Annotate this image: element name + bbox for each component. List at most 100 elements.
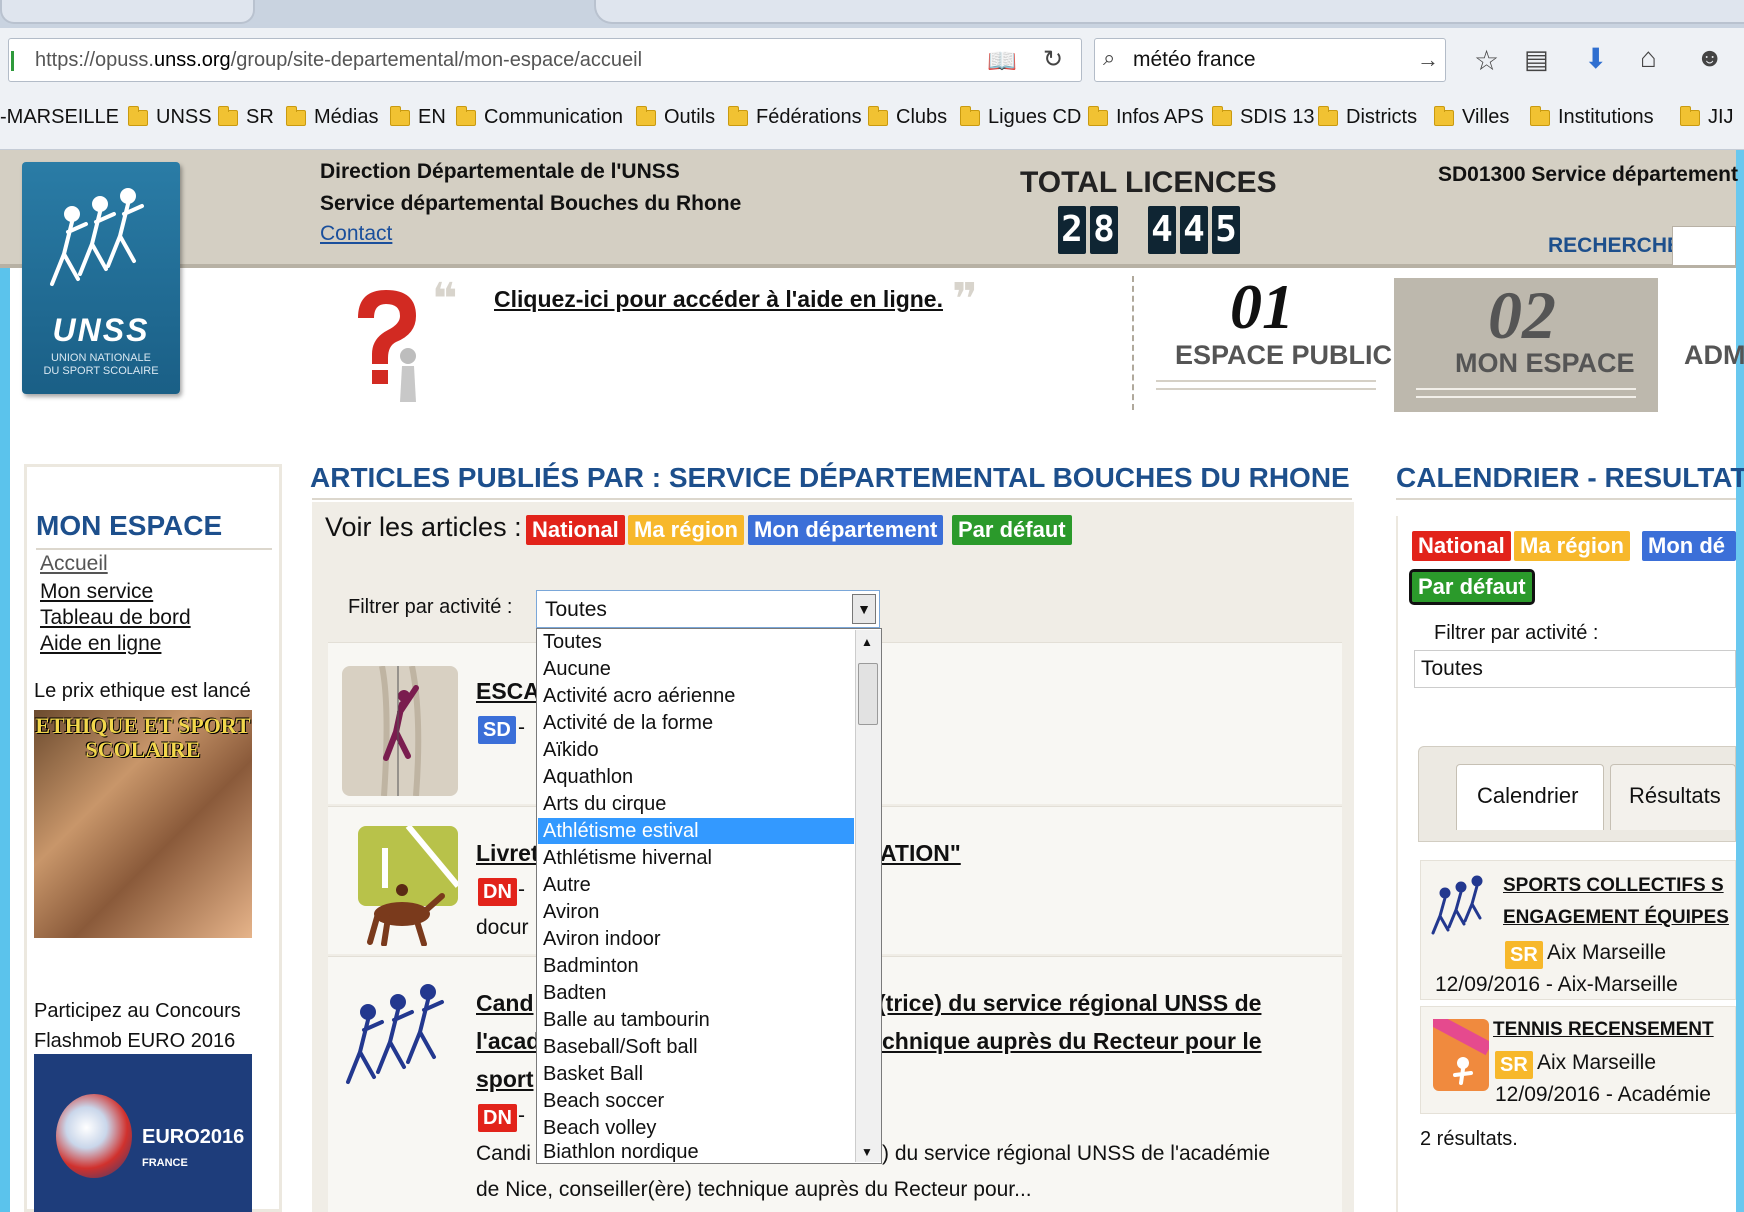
admin-tab[interactable]: ADM	[1684, 340, 1744, 371]
reload-icon[interactable]: ↻	[1043, 45, 1063, 74]
article-title[interactable]: ESCA	[476, 678, 540, 705]
dropdown-option[interactable]: Beach volley	[543, 1117, 656, 1140]
bookmarks-list-icon[interactable]: ▤	[1524, 44, 1549, 75]
dropdown-option[interactable]: Aquathlon	[543, 766, 633, 789]
sidebar-link-mon-service[interactable]: Mon service	[40, 580, 153, 604]
contact-link[interactable]: Contact	[320, 222, 392, 246]
activity-dropdown-list[interactable]: Toutes Aucune Activité acro aérienne Act…	[536, 628, 882, 1164]
search-input[interactable]: météo france	[1133, 48, 1256, 72]
help-question-icon[interactable]	[338, 284, 434, 408]
dropdown-option[interactable]: Aviron indoor	[543, 928, 660, 951]
sidebar-link-tableau-de-bord[interactable]: Tableau de bord	[40, 606, 191, 630]
dropdown-option[interactable]: Aïkido	[543, 739, 599, 762]
cal-filter-ma-region[interactable]: Ma région	[1514, 531, 1630, 561]
tab-resultats[interactable]: Résultats	[1610, 764, 1736, 830]
cal-filter-mon-departement[interactable]: Mon dé	[1642, 531, 1736, 561]
calendar-event[interactable]: SPORTS COLLECTIFS S ENGAGEMENT ÉQUIPES S…	[1420, 860, 1736, 1000]
download-icon[interactable]: ⬇	[1584, 42, 1607, 75]
article-title-cont[interactable]: (trice) du service régional UNSS de	[878, 990, 1261, 1017]
dropdown-option[interactable]: Aviron	[543, 901, 599, 924]
go-arrow-icon[interactable]: →	[1417, 47, 1439, 73]
bookmark-item[interactable]: Infos APS	[1088, 105, 1204, 129]
chat-icon[interactable]: ☻	[1696, 42, 1723, 73]
site-search-input[interactable]	[1672, 226, 1736, 266]
bookmark-item[interactable]: Villes	[1434, 105, 1509, 129]
search-bar[interactable]: ⌕ météo france →	[1094, 38, 1446, 82]
espace-public-tab[interactable]: ESPACE PUBLIC	[1175, 340, 1392, 371]
address-bar[interactable]: https://opuss.unss.org/group/site-depart…	[8, 38, 1082, 82]
bookmark-item[interactable]: Communication	[456, 105, 623, 129]
dropdown-option[interactable]: Arts du cirque	[543, 793, 666, 816]
article-title[interactable]: Livret	[476, 840, 539, 867]
event-title-line2[interactable]: ENGAGEMENT ÉQUIPES	[1503, 907, 1729, 929]
ethique-sport-image[interactable]: ETHIQUE ET SPORT SCOLAIRE	[34, 710, 252, 938]
euro2016-image[interactable]: EURO2016 FRANCE	[34, 1054, 252, 1212]
event-title[interactable]: TENNIS RECENSEMENT	[1493, 1019, 1714, 1041]
article-title-line2-cont[interactable]: chnique auprès du Recteur pour le	[882, 1028, 1262, 1055]
bookmark-item[interactable]: EN	[390, 105, 446, 129]
bookmark-item[interactable]: Clubs	[868, 105, 947, 129]
article-title-line3[interactable]: sport	[476, 1066, 534, 1093]
dropdown-option[interactable]: Badminton	[543, 955, 639, 978]
dropdown-option[interactable]: Badten	[543, 982, 606, 1005]
runners-icon	[346, 984, 444, 1084]
bookmark-item[interactable]: -MARSEILLE	[0, 106, 119, 129]
sidebar-link-aide-en-ligne[interactable]: Aide en ligne	[40, 632, 161, 656]
bookmark-item[interactable]: SDIS 13	[1212, 105, 1314, 129]
bookmark-item[interactable]: Médias	[286, 105, 378, 129]
scroll-up-icon[interactable]: ▲	[861, 635, 873, 649]
dropdown-option-selected[interactable]: Athlétisme estival	[543, 820, 699, 843]
dropdown-option[interactable]: Athlétisme hivernal	[543, 847, 712, 870]
dropdown-option[interactable]: Beach soccer	[543, 1090, 664, 1113]
espace-public-number[interactable]: 01	[1230, 270, 1294, 344]
cal-activity-select[interactable]: Toutes	[1414, 650, 1736, 688]
filter-par-defaut[interactable]: Par défaut	[952, 515, 1072, 545]
bookmark-item[interactable]: Institutions	[1530, 105, 1654, 129]
chevron-down-icon[interactable]: ▼	[852, 594, 876, 624]
scroll-down-icon[interactable]: ▼	[861, 1145, 873, 1159]
event-title[interactable]: SPORTS COLLECTIFS S	[1503, 875, 1724, 897]
filter-ma-region[interactable]: Ma région	[628, 515, 744, 545]
dropdown-scroll-thumb[interactable]	[858, 663, 878, 725]
dropdown-option[interactable]: Aucune	[543, 658, 611, 681]
cal-filter-par-defaut[interactable]: Par défaut	[1409, 569, 1535, 605]
article-title[interactable]: Cand	[476, 990, 534, 1017]
folder-icon	[636, 105, 656, 126]
dropdown-option[interactable]: Activité acro aérienne	[543, 685, 735, 708]
sidebar-link-accueil[interactable]: Accueil	[40, 552, 108, 576]
bookmark-item[interactable]: UNSS	[128, 105, 212, 129]
browser-tab-active[interactable]	[594, 0, 1744, 24]
bookmark-item[interactable]: Ligues CD	[960, 105, 1081, 129]
bookmark-item[interactable]: JIJ	[1680, 105, 1734, 129]
mon-espace-label[interactable]: MON ESPACE	[1455, 348, 1635, 379]
help-online-link[interactable]: Cliquez-ici pour accéder à l'aide en lig…	[494, 286, 943, 313]
activity-select[interactable]: Toutes	[536, 590, 880, 628]
unss-logo[interactable]: UNSS UNION NATIONALE DU SPORT SCOLAIRE	[22, 162, 180, 394]
tab-calendrier[interactable]: Calendrier	[1456, 764, 1604, 830]
dropdown-option[interactable]: Baseball/Soft ball	[543, 1036, 698, 1059]
browser-tab[interactable]	[0, 0, 255, 24]
article-title-end[interactable]: ATION"	[880, 840, 961, 867]
bookmark-star-icon[interactable]: ☆	[1474, 44, 1499, 77]
folder-icon	[960, 105, 980, 126]
mon-espace-number[interactable]: 02	[1488, 276, 1556, 355]
dropdown-option[interactable]: Autre	[543, 874, 591, 897]
dropdown-option[interactable]: Activité de la forme	[543, 712, 713, 735]
licence-digit: 4	[1148, 206, 1176, 254]
bookmark-item[interactable]: SR	[218, 105, 274, 129]
bookmark-item[interactable]: Districts	[1318, 105, 1417, 129]
dropdown-option[interactable]: Biathlon nordique	[543, 1141, 699, 1164]
article-title-line2[interactable]: l'acad	[476, 1028, 540, 1055]
reader-view-icon[interactable]: 📖	[987, 47, 1017, 76]
cal-filter-national[interactable]: National	[1412, 531, 1511, 561]
address-url[interactable]: https://opuss.unss.org/group/site-depart…	[35, 49, 642, 72]
dropdown-option[interactable]: Toutes	[543, 631, 602, 654]
bookmark-item[interactable]: Outils	[636, 105, 715, 129]
dropdown-option[interactable]: Basket Ball	[543, 1063, 643, 1086]
dropdown-option[interactable]: Balle au tambourin	[543, 1009, 710, 1032]
filter-national[interactable]: National	[526, 515, 625, 545]
calendar-event[interactable]: TENNIS RECENSEMENT SR Aix Marseille 12/0…	[1420, 1006, 1736, 1114]
bookmark-item[interactable]: Fédérations	[728, 105, 862, 129]
filter-mon-departement[interactable]: Mon département	[748, 515, 944, 545]
home-icon[interactable]: ⌂	[1640, 42, 1657, 74]
